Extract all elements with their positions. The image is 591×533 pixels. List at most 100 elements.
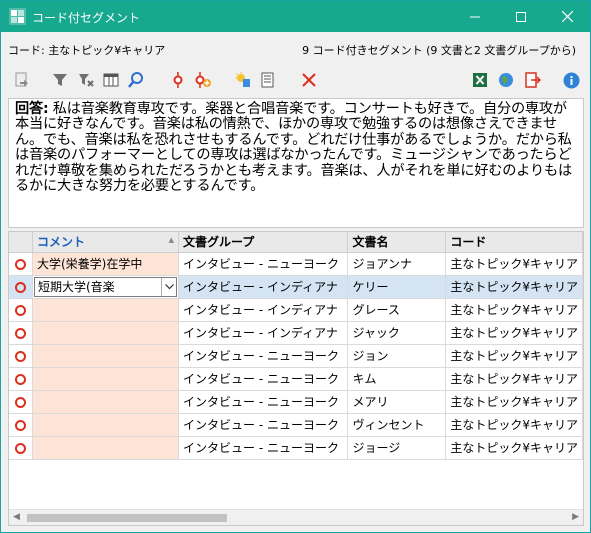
document-name-cell: ジャック: [347, 321, 447, 345]
title-bar[interactable]: コード付セグメント: [1, 1, 590, 32]
web-icon: [499, 73, 513, 87]
export-icon: [525, 72, 541, 88]
column-header-comment[interactable]: コメント ▲: [32, 232, 180, 253]
document-name-cell: ジョージ: [347, 436, 447, 460]
code-marker-icon: [14, 258, 26, 270]
column-header-code[interactable]: コード: [445, 232, 583, 253]
code-marker-icon: [14, 419, 26, 431]
code-label: コード: 主なトピック¥キャリア: [8, 44, 166, 57]
column-header-mark[interactable]: [9, 232, 33, 253]
minimize-button[interactable]: [452, 1, 498, 32]
scroll-right-icon[interactable]: ▶: [572, 512, 579, 522]
table-row[interactable]: インタビュー - インディアナ ジャック 主なトピック¥キャリア: [9, 321, 583, 345]
comment-cell[interactable]: [32, 321, 180, 345]
delete-icon: [302, 73, 316, 87]
document-name-cell: ジョアンナ: [347, 252, 447, 276]
close-icon: [561, 11, 573, 22]
scrollbar-thumb[interactable]: [27, 514, 227, 522]
document-group-cell: インタビュー - ニューヨーク: [178, 413, 349, 437]
filter-button[interactable]: [51, 71, 69, 89]
document-name-cell: ヴィンセント: [347, 413, 447, 437]
code-marker-icon: [14, 396, 26, 408]
document-name-cell: キム: [347, 367, 447, 391]
code-segments-window: コード付セグメント コード: 主なトピック¥キャリア 9 コード付きセグメント …: [0, 0, 591, 533]
document-group-cell: インタビュー - ニューヨーク: [178, 436, 349, 460]
chevron-down-icon[interactable]: [161, 277, 176, 296]
add-code-button[interactable]: [194, 71, 212, 89]
toolbar: [1, 62, 590, 98]
code-marker-icon: [14, 281, 26, 293]
columns-button[interactable]: [102, 71, 120, 89]
comment-cell[interactable]: [32, 390, 180, 414]
table-row[interactable]: インタビュー - ニューヨーク メアリ 主なトピック¥キャリア: [9, 390, 583, 414]
search-icon: [128, 72, 143, 88]
add-code-icon: [195, 72, 211, 88]
comment-edit-combobox[interactable]: 短期大学(音楽: [33, 276, 178, 297]
table-row[interactable]: 大学(栄養学)在学中 インタビュー - ニューヨーク ジョアンナ 主なトピック¥…: [9, 252, 583, 276]
segment-text-pane[interactable]: 回答: 私は音楽教育専攻です。楽器と合唱音楽です。コンサートも好きで。自分の専攻…: [8, 98, 584, 228]
maximize-button[interactable]: [498, 1, 544, 32]
segments-table: コメント ▲ 文書グループ 文書名 コード 大学(栄養学)在学中 インタビュー …: [8, 231, 584, 526]
report-button[interactable]: [259, 71, 277, 89]
table-row-selected[interactable]: 短期大学(音楽 インタビュー - インディアナ ケリー 主なトピック¥キャリア: [9, 275, 583, 299]
horizontal-scrollbar[interactable]: ◀ ▶: [9, 509, 583, 525]
document-group-cell: インタビュー - ニューヨーク: [178, 367, 349, 391]
columns-icon: [103, 73, 119, 87]
code-marker-icon: [14, 327, 26, 339]
comment-cell[interactable]: [32, 413, 180, 437]
code-marker-icon: [14, 304, 26, 316]
table-row[interactable]: インタビュー - ニューヨーク キム 主なトピック¥キャリア: [9, 367, 583, 391]
table-row[interactable]: インタビュー - ニューヨーク ヴィンセント 主なトピック¥キャリア: [9, 413, 583, 437]
table-row[interactable]: インタビュー - ニューヨーク ジョン 主なトピック¥キャリア: [9, 344, 583, 368]
comment-cell[interactable]: 大学(栄養学)在学中: [32, 252, 180, 276]
code-cell: 主なトピック¥キャリア: [445, 298, 583, 322]
code-cell: 主なトピック¥キャリア: [445, 252, 583, 276]
minimize-icon: [470, 16, 480, 17]
document-name-cell: メアリ: [347, 390, 447, 414]
segment-text: 私は音楽教育専攻です。楽器と合唱音楽です。コンサートも好きで。自分の専攻が本当に…: [15, 101, 572, 195]
table-row[interactable]: インタビュー - インディアナ グレース 主なトピック¥キャリア: [9, 298, 583, 322]
clear-filter-icon: [79, 74, 94, 87]
scroll-left-icon[interactable]: ◀: [13, 512, 20, 522]
filter-icon: [53, 74, 67, 86]
search-button[interactable]: [127, 71, 145, 89]
table-row[interactable]: インタビュー - ニューヨーク ジョージ 主なトピック¥キャリア: [9, 436, 583, 460]
comment-cell[interactable]: [32, 344, 180, 368]
document-arrow-button[interactable]: [13, 71, 31, 89]
column-header-document-name[interactable]: 文書名: [347, 232, 447, 253]
comment-cell[interactable]: [32, 367, 180, 391]
code-icon: [173, 72, 183, 88]
code-cell: 主なトピック¥キャリア: [445, 344, 583, 368]
code-marker-icon: [14, 350, 26, 362]
maximize-icon: [516, 11, 526, 22]
app-icon: [9, 8, 26, 25]
web-export-button[interactable]: [497, 71, 515, 89]
export-button[interactable]: [524, 71, 542, 89]
clear-filter-button[interactable]: [77, 71, 95, 89]
code-cell: 主なトピック¥キャリア: [445, 367, 583, 391]
code-cell: 主なトピック¥キャリア: [445, 436, 583, 460]
close-button[interactable]: [544, 1, 590, 32]
info-bar: コード: 主なトピック¥キャリア 9 コード付きセグメント (9 文書と2 文書…: [1, 32, 590, 62]
code-button[interactable]: [169, 71, 187, 89]
document-group-cell: インタビュー - インディアナ: [178, 275, 349, 299]
excel-export-button[interactable]: [471, 71, 489, 89]
code-marker-icon: [14, 442, 26, 454]
comment-cell[interactable]: [32, 298, 180, 322]
excel-icon: [473, 73, 487, 87]
column-header-document-group[interactable]: 文書グループ: [178, 232, 349, 253]
document-arrow-icon: [15, 72, 28, 87]
comment-cell[interactable]: [32, 436, 180, 460]
info-button[interactable]: [562, 71, 580, 89]
code-marker-icon: [14, 373, 26, 385]
code-cell: 主なトピック¥キャリア: [445, 413, 583, 437]
document-group-cell: インタビュー - ニューヨーク: [178, 252, 349, 276]
delete-button[interactable]: [300, 71, 318, 89]
document-name-cell: ジョン: [347, 344, 447, 368]
highlight-button[interactable]: [234, 71, 252, 89]
info-icon: [563, 72, 579, 88]
document-name-cell: ケリー: [347, 275, 447, 299]
highlight-icon: [235, 72, 250, 87]
sort-ascending-icon: ▲: [168, 236, 175, 244]
document-group-cell: インタビュー - インディアナ: [178, 298, 349, 322]
